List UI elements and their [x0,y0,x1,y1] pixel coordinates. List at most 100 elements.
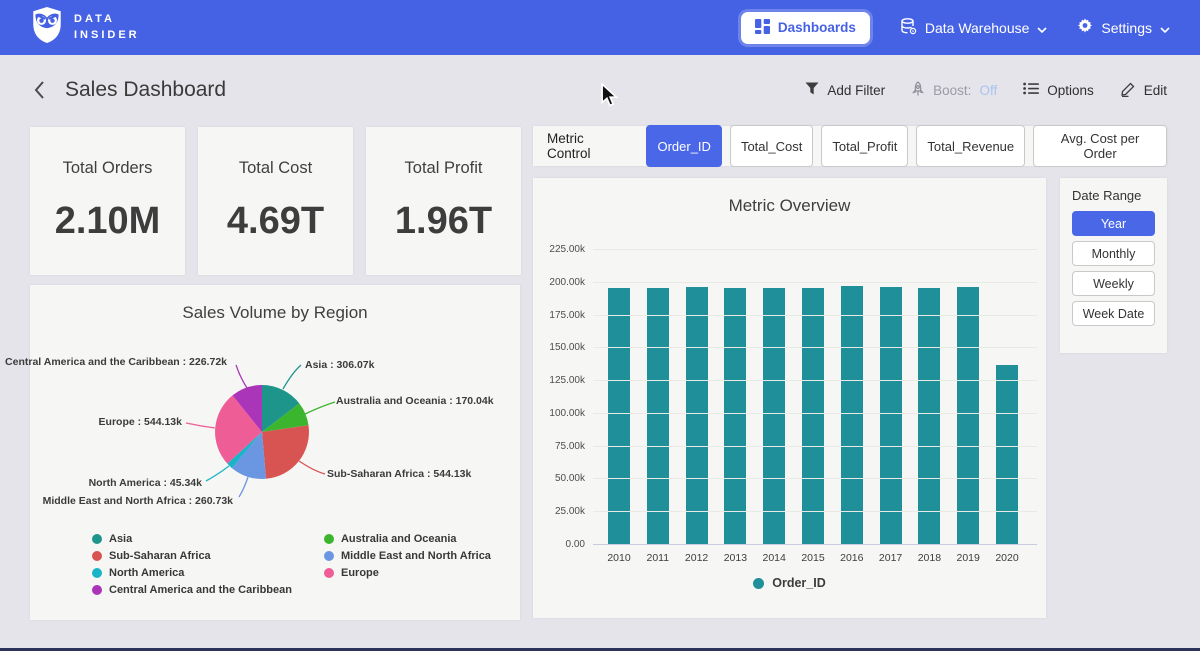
y-axis-tick: 75.00k [535,441,585,452]
kpi-value: 2.10M [55,200,161,243]
pie-leader-line [236,365,247,388]
brand-text: DATA INSIDER [74,12,140,44]
pie-callout-australia-oceania: Australia and Oceania : 170.04k [336,395,494,407]
legend-label: Sub-Saharan Africa [109,550,211,562]
kpi-card-total-profit: Total Profit 1.96T [366,127,521,275]
x-axis-tick: 2012 [677,552,717,564]
kpi-value: 4.69T [227,200,324,243]
bar-chart-legend[interactable]: Order_ID [533,576,1046,590]
date-range-option-monthly[interactable]: Monthly [1072,241,1155,266]
y-axis-tick: 0.00 [535,539,585,550]
gridline [593,249,1037,250]
gridline [593,347,1037,348]
pie-leader-line [206,466,229,481]
legend-item-asia[interactable]: Asia [92,533,292,545]
metric-option-total-profit[interactable]: Total_Profit [821,125,908,167]
options-button[interactable]: Options [1023,82,1094,98]
bar-chart-card: Metric Overview Order_ID 225.00k200.00k1… [533,178,1046,618]
pie-callout-north-america: North America : 45.34k [89,477,202,489]
metric-option-total-revenue[interactable]: Total_Revenue [916,125,1025,167]
legend-dot [92,551,102,561]
legend-item-australia-and-oceania[interactable]: Australia and Oceania [324,533,491,545]
bar-2018 [918,288,940,545]
metric-option-avg-cost-per-order[interactable]: Avg. Cost per Order [1033,125,1167,167]
y-axis-tick: 150.00k [535,342,585,353]
page-header: Sales Dashboard Add Filter Boost: Off [0,55,1200,125]
x-axis-tick: 2018 [909,552,949,564]
edit-button[interactable]: Edit [1120,81,1167,100]
y-axis-tick: 125.00k [535,375,585,386]
legend-dot [324,551,334,561]
gridline [593,282,1037,283]
y-axis-tick: 25.00k [535,506,585,517]
legend-label: Europe [341,567,379,579]
pie-legend: Asia Sub-Saharan Africa North America Centr… [92,533,491,596]
x-axis-tick: 2011 [638,552,678,564]
legend-item-europe[interactable]: Europe [324,567,491,579]
dashboards-grid-icon [755,19,770,37]
gridline [593,446,1037,447]
date-range-option-year[interactable]: Year [1072,211,1155,236]
pie-leader-line [186,423,215,428]
legend-dot [92,585,102,595]
pie-callout-sub-saharan-africa: Sub-Saharan Africa : 544.13k [327,468,471,480]
nav-item-settings[interactable]: Settings [1077,18,1170,37]
legend-item-middle-east-and-north-africa[interactable]: Middle East and North Africa [324,550,491,562]
bar-chart-title: Metric Overview [533,178,1046,216]
legend-dot [753,578,764,589]
x-axis-tick: 2019 [948,552,988,564]
date-range-option-week-date[interactable]: Week Date [1072,301,1155,326]
pie-slice-sub-saharan-africa [262,425,309,479]
legend-label: Asia [109,533,132,545]
x-axis-tick: 2013 [715,552,755,564]
bar-2019 [957,287,979,544]
boost-toggle[interactable]: Boost: Off [911,81,997,100]
legend-item-sub-saharan-africa[interactable]: Sub-Saharan Africa [92,550,292,562]
x-axis-tick: 2017 [871,552,911,564]
y-axis-tick: 200.00k [535,277,585,288]
kpi-card-total-cost: Total Cost 4.69T [198,127,353,275]
database-icon [900,18,917,38]
legend-dot [92,568,102,578]
pie-callout-asia: Asia : 306.07k [305,359,374,371]
nav-item-data-warehouse[interactable]: Data Warehouse [900,18,1048,38]
bar-2013 [724,288,746,544]
add-filter-button[interactable]: Add Filter [805,82,885,98]
pie-callout-middle-east-north-africa: Middle East and North Africa : 260.73k [43,495,233,507]
navbar: DATA INSIDER Dashboards [0,0,1200,55]
pie-leader-line [299,461,325,474]
legend-item-central-america-and-the-caribbean[interactable]: Central America and the Caribbean [92,584,292,596]
bar-2010 [608,288,630,545]
back-button[interactable] [33,80,45,100]
metric-control-label: Metric Control [547,131,630,161]
list-icon [1023,82,1039,98]
kpi-label: Total Profit [405,159,483,178]
pie-leader-line [283,365,301,389]
gear-icon [1077,18,1093,37]
gridline [593,413,1037,414]
gridline [593,544,1037,545]
gridline [593,478,1037,479]
chevron-down-icon [1160,20,1170,36]
metric-option-total-cost[interactable]: Total_Cost [730,125,813,167]
bar-2016 [841,286,863,544]
date-range-option-weekly[interactable]: Weekly [1072,271,1155,296]
kpi-value: 1.96T [395,200,492,243]
kpi-label: Total Cost [239,159,312,178]
rocket-icon [911,81,925,100]
legend-label: Order_ID [772,576,826,590]
metric-option-order-id[interactable]: Order_ID [646,125,721,167]
chevron-down-icon [1037,20,1047,36]
legend-item-north-america[interactable]: North America [92,567,292,579]
y-axis-tick: 100.00k [535,408,585,419]
legend-label: Central America and the Caribbean [109,584,292,596]
pie-callout-europe: Europe : 544.13k [99,416,182,428]
x-axis-tick: 2014 [754,552,794,564]
brand[interactable]: DATA INSIDER [30,6,140,49]
kpi-card-total-orders: Total Orders 2.10M [30,127,185,275]
pie-leader-line [305,402,335,414]
gridline [593,315,1037,316]
y-axis-tick: 175.00k [535,310,585,321]
dashboards-button[interactable]: Dashboards [741,12,870,44]
pie-chart-card: Sales Volume by Region Asia : 306.07k Au… [30,285,520,620]
